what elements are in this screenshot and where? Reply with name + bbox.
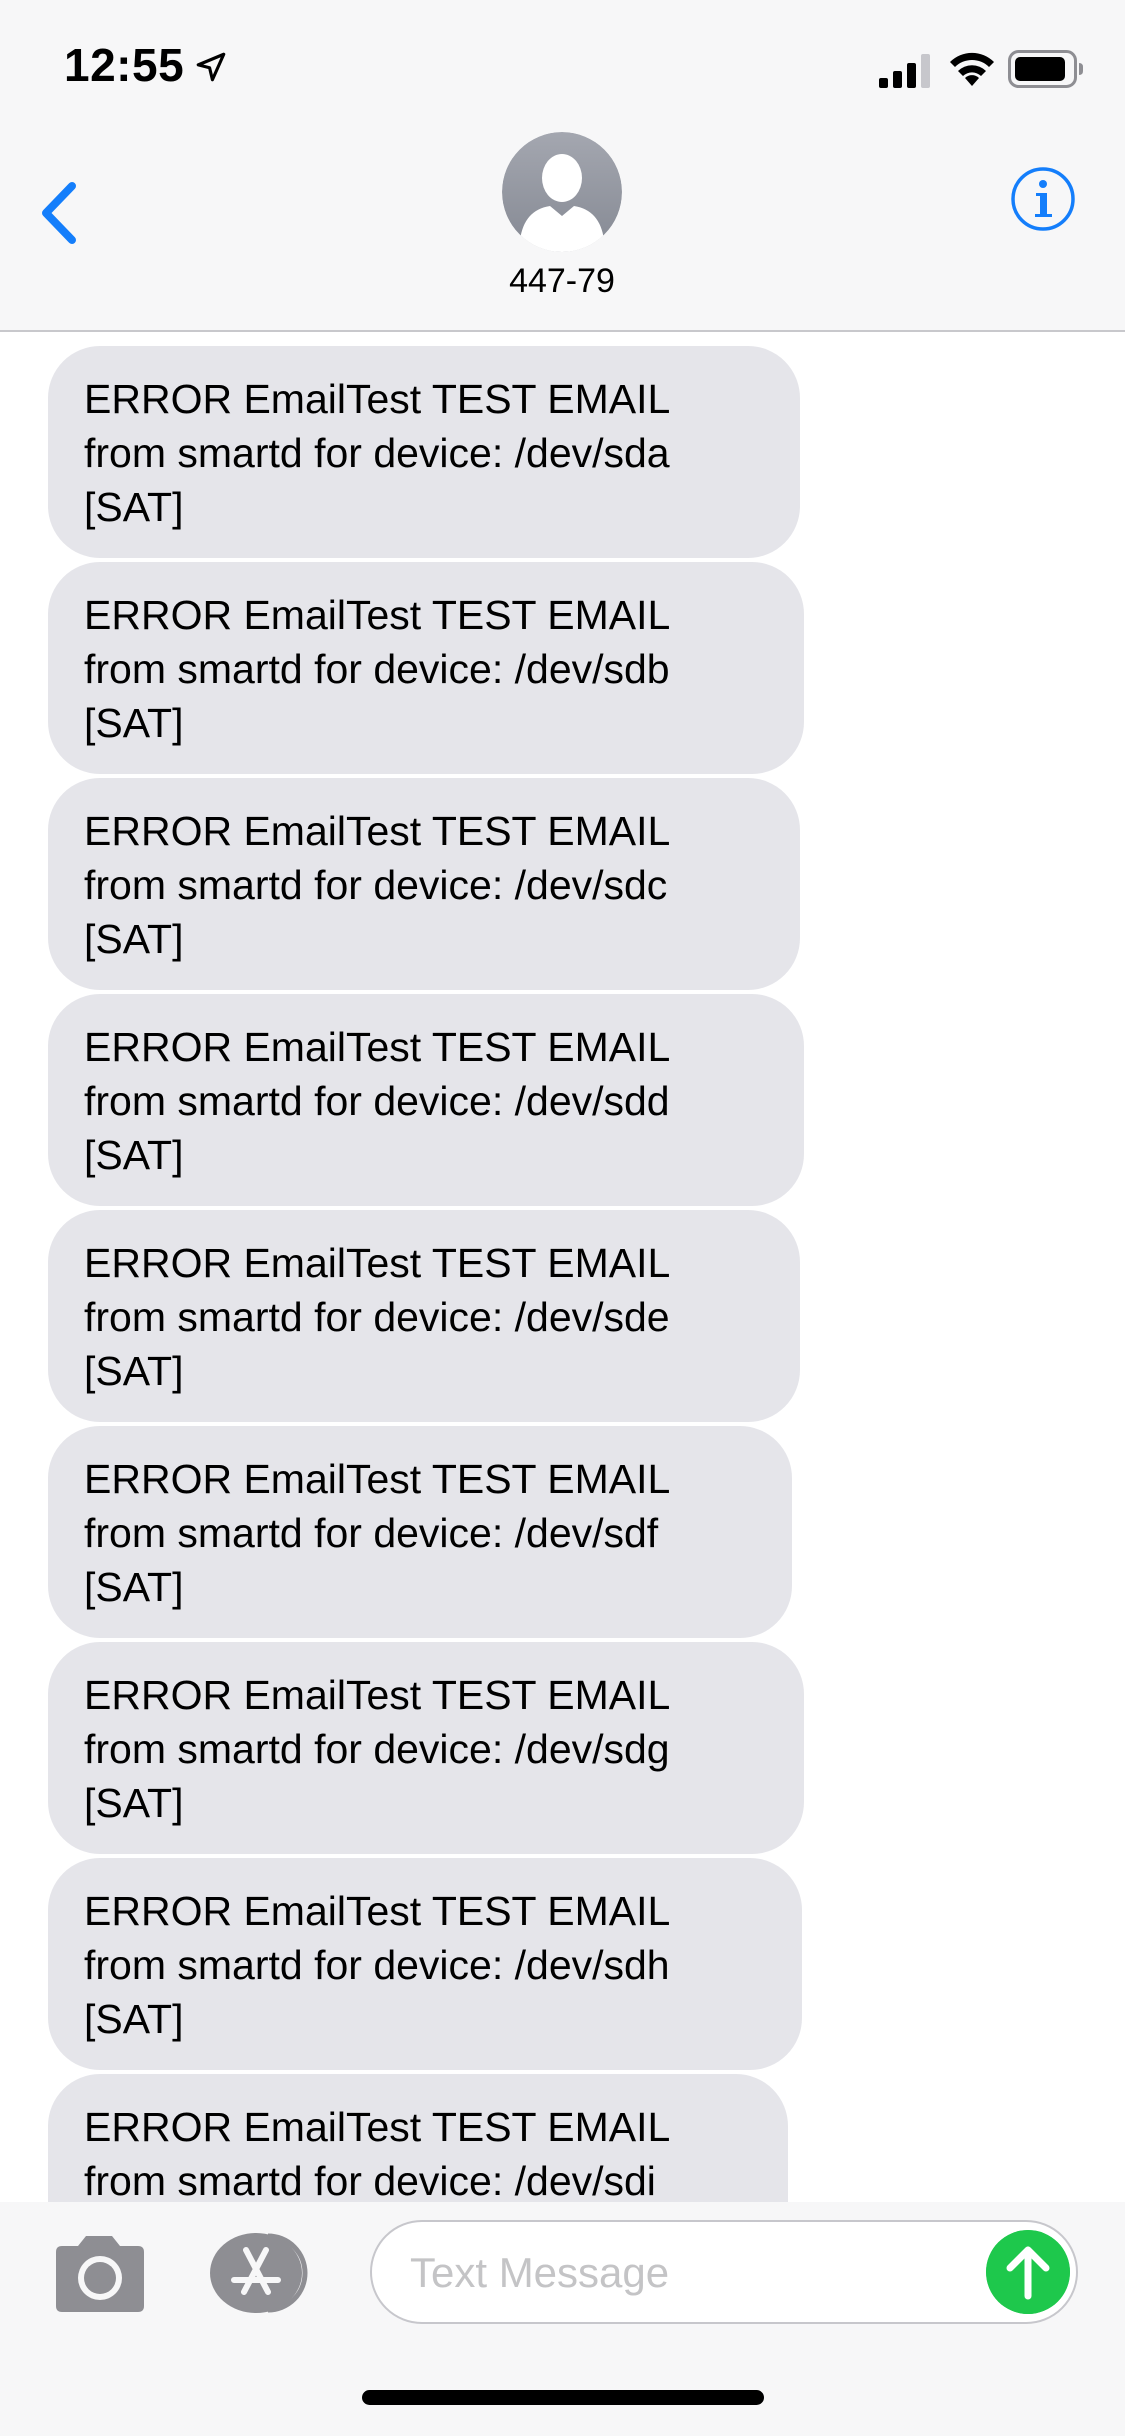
home-indicator[interactable] xyxy=(362,2390,764,2405)
composer-bar xyxy=(0,2202,1125,2436)
message-bubble[interactable]: ERROR EmailTest TEST EMAIL from smartd f… xyxy=(48,2074,788,2202)
battery-icon xyxy=(1008,50,1083,88)
message-input-field[interactable] xyxy=(370,2220,1078,2324)
message-text-input[interactable] xyxy=(408,2222,992,2324)
camera-icon[interactable] xyxy=(48,2234,150,2314)
cellular-signal-icon xyxy=(879,54,930,88)
chevron-left-icon[interactable] xyxy=(28,168,98,258)
location-arrow-icon xyxy=(196,52,226,82)
info-icon[interactable] xyxy=(1010,166,1076,232)
arrow-up-icon[interactable] xyxy=(986,2230,1070,2314)
contact-name[interactable]: 447-79 xyxy=(412,262,712,301)
app-store-icon[interactable] xyxy=(208,2230,320,2316)
message-bubble[interactable]: ERROR EmailTest TEST EMAIL from smartd f… xyxy=(48,778,800,990)
message-bubble[interactable]: ERROR EmailTest TEST EMAIL from smartd f… xyxy=(48,1426,792,1638)
message-bubble[interactable]: ERROR EmailTest TEST EMAIL from smartd f… xyxy=(48,346,800,558)
person-silhouette-icon[interactable] xyxy=(502,132,622,252)
message-bubble[interactable]: ERROR EmailTest TEST EMAIL from smartd f… xyxy=(48,562,804,774)
message-list[interactable]: ERROR EmailTest TEST EMAIL from smartd f… xyxy=(0,332,1125,2202)
message-bubble[interactable]: ERROR EmailTest TEST EMAIL from smartd f… xyxy=(48,1210,800,1422)
status-time: 12:55 xyxy=(64,39,185,91)
message-bubble[interactable]: ERROR EmailTest TEST EMAIL from smartd f… xyxy=(48,994,804,1206)
conversation-header: 447-79 xyxy=(0,132,1125,332)
message-bubble[interactable]: ERROR EmailTest TEST EMAIL from smartd f… xyxy=(48,1858,802,2070)
message-bubble[interactable]: ERROR EmailTest TEST EMAIL from smartd f… xyxy=(48,1642,804,1854)
messages-screen: 12:55 447-79 ERROR EmailTest TEST EMAIL … xyxy=(0,0,1125,2436)
wifi-icon xyxy=(950,52,994,86)
status-bar: 12:55 xyxy=(0,0,1125,132)
